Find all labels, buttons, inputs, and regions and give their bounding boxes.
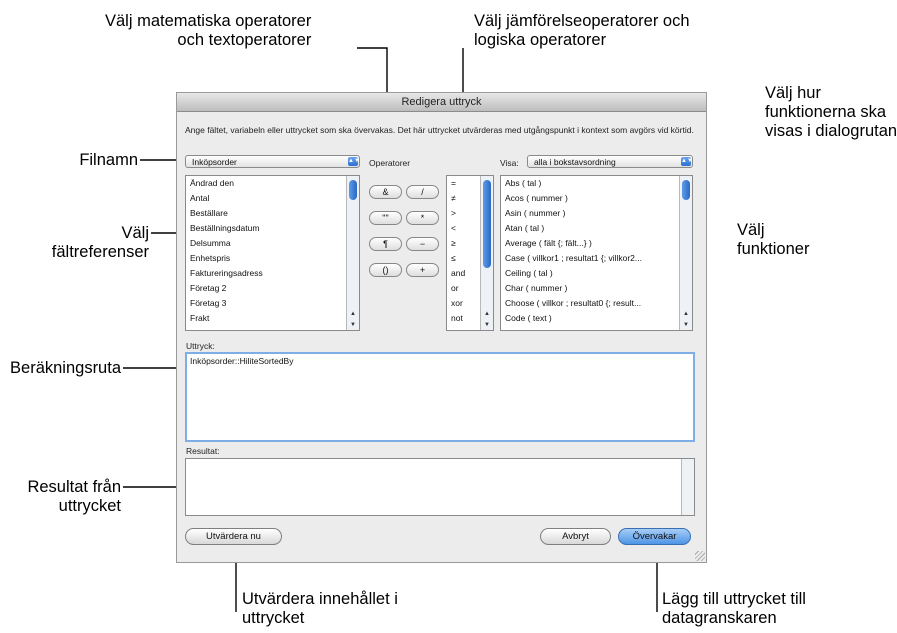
- field-list-item[interactable]: Frakt: [186, 311, 359, 326]
- field-list-item[interactable]: Antal: [186, 191, 359, 206]
- field-list-item[interactable]: Enhetspris: [186, 251, 359, 266]
- table-popup-value: Inköpsorder: [192, 157, 237, 167]
- callout-calc-box: Beräkningsruta: [10, 359, 121, 377]
- function-list-item[interactable]: Code ( text ): [501, 311, 692, 326]
- scroll-down-icon[interactable]: ▼: [347, 320, 359, 330]
- function-list-item[interactable]: Asin ( nummer ): [501, 206, 692, 221]
- operator-button[interactable]: ¶: [369, 237, 402, 251]
- instructions-text: Ange fältet, variabeln eller uttrycket s…: [185, 125, 694, 135]
- operator-button[interactable]: −: [406, 237, 439, 251]
- scroll-up-icon[interactable]: ▲: [347, 309, 359, 319]
- function-list-item[interactable]: Case ( villkor1 ; resultat1 {; villkor2.…: [501, 251, 692, 266]
- callout-field-refs: Välj fältreferenser: [51, 224, 149, 261]
- field-list-item[interactable]: Ändrad den: [186, 176, 359, 191]
- result-scrollbar[interactable]: [681, 459, 694, 515]
- field-list-item[interactable]: Beställningsdatum: [186, 221, 359, 236]
- callout-evaluate: Utvärdera innehållet i uttrycket: [242, 590, 398, 627]
- scroll-thumb[interactable]: [483, 180, 491, 268]
- dialog-title[interactable]: Redigera uttryck: [177, 93, 706, 112]
- scroll-down-icon[interactable]: ▼: [680, 320, 692, 330]
- field-list-item[interactable]: Faktureringsadress: [186, 266, 359, 281]
- calculation-box[interactable]: Inköpsorder::HiliteSortedBy: [185, 352, 695, 442]
- monitor-button[interactable]: Övervakar: [618, 528, 691, 545]
- function-list-item[interactable]: Atan ( tal ): [501, 221, 692, 236]
- operator-button[interactable]: &: [369, 185, 402, 199]
- comparison-operator-list[interactable]: = ≠ > < ≥ ≤ and or xor not ▲ ▼: [446, 175, 494, 331]
- field-items: Ändrad den Antal Beställare Beställningsdat…: [186, 176, 359, 326]
- function-list-item[interactable]: Char ( nummer ): [501, 281, 692, 296]
- field-list-item[interactable]: Företag 2: [186, 281, 359, 296]
- function-list-item[interactable]: Average ( fält {; fält...} ): [501, 236, 692, 251]
- edit-expression-dialog: Redigera uttryck Ange fältet, variabeln …: [176, 92, 707, 563]
- view-label: Visa:: [500, 158, 519, 168]
- evaluate-now-button[interactable]: Utvärdera nu: [185, 528, 282, 545]
- expression-value: Inköpsorder::HiliteSortedBy: [190, 356, 294, 366]
- operator-button[interactable]: *: [406, 211, 439, 225]
- scroll-thumb[interactable]: [349, 180, 357, 200]
- result-label: Resultat:: [186, 446, 220, 456]
- callout-result: Resultat från uttrycket: [27, 478, 121, 515]
- function-items: Abs ( tal ) Acos ( nummer ) Asin ( nummer …: [501, 176, 692, 326]
- operator-button[interactable]: (): [369, 263, 402, 277]
- popup-arrow-icon: ▲▼: [348, 157, 360, 166]
- field-list-item[interactable]: Företag 3: [186, 296, 359, 311]
- function-list-item[interactable]: Acos ( nummer ): [501, 191, 692, 206]
- function-list-scrollbar[interactable]: ▲ ▼: [679, 176, 692, 330]
- popup-arrow-icon: ▲▼: [681, 157, 693, 166]
- cancel-button[interactable]: Avbryt: [540, 528, 611, 545]
- field-list-item[interactable]: Delsumma: [186, 236, 359, 251]
- operator-button[interactable]: "": [369, 211, 402, 225]
- function-list-item[interactable]: Choose ( villkor ; resultat0 {; result..…: [501, 296, 692, 311]
- field-list-scrollbar[interactable]: ▲ ▼: [346, 176, 359, 330]
- operators-label: Operatorer: [369, 158, 411, 168]
- callout-functions: Välj funktioner: [737, 221, 810, 258]
- scroll-up-icon[interactable]: ▲: [481, 309, 493, 319]
- view-popup[interactable]: alla i bokstavsordning ▲▼: [527, 155, 693, 168]
- result-box[interactable]: [185, 458, 695, 516]
- callout-add-watch: Lägg till uttrycket till datagranskaren: [662, 590, 806, 627]
- operator-button[interactable]: +: [406, 263, 439, 277]
- callout-math-operators: Välj matematiska operatorer och textoper…: [105, 12, 312, 49]
- callout-compare-operators: Välj jämförelseoperatorer och logiska op…: [474, 12, 690, 49]
- table-popup[interactable]: Inköpsorder ▲▼: [185, 155, 360, 168]
- callout-filename: Filnamn: [79, 151, 138, 169]
- scroll-thumb[interactable]: [682, 180, 690, 200]
- comparison-list-scrollbar[interactable]: ▲ ▼: [480, 176, 493, 330]
- field-list-item[interactable]: Beställare: [186, 206, 359, 221]
- scroll-up-icon[interactable]: ▲: [680, 309, 692, 319]
- function-list-item[interactable]: Ceiling ( tal ): [501, 266, 692, 281]
- function-list-item[interactable]: Abs ( tal ): [501, 176, 692, 191]
- function-list[interactable]: Abs ( tal ) Acos ( nummer ) Asin ( nummer …: [500, 175, 693, 331]
- expression-label: Uttryck:: [186, 341, 215, 351]
- view-popup-value: alla i bokstavsordning: [534, 157, 616, 167]
- callout-function-view: Välj hur funktionerna ska visas i dialog…: [765, 84, 897, 140]
- field-list[interactable]: Ändrad den Antal Beställare Beställningsdat…: [185, 175, 360, 331]
- operator-button[interactable]: /: [406, 185, 439, 199]
- resize-grip-icon[interactable]: [695, 551, 705, 561]
- scroll-down-icon[interactable]: ▼: [481, 320, 493, 330]
- result-value: [186, 459, 694, 463]
